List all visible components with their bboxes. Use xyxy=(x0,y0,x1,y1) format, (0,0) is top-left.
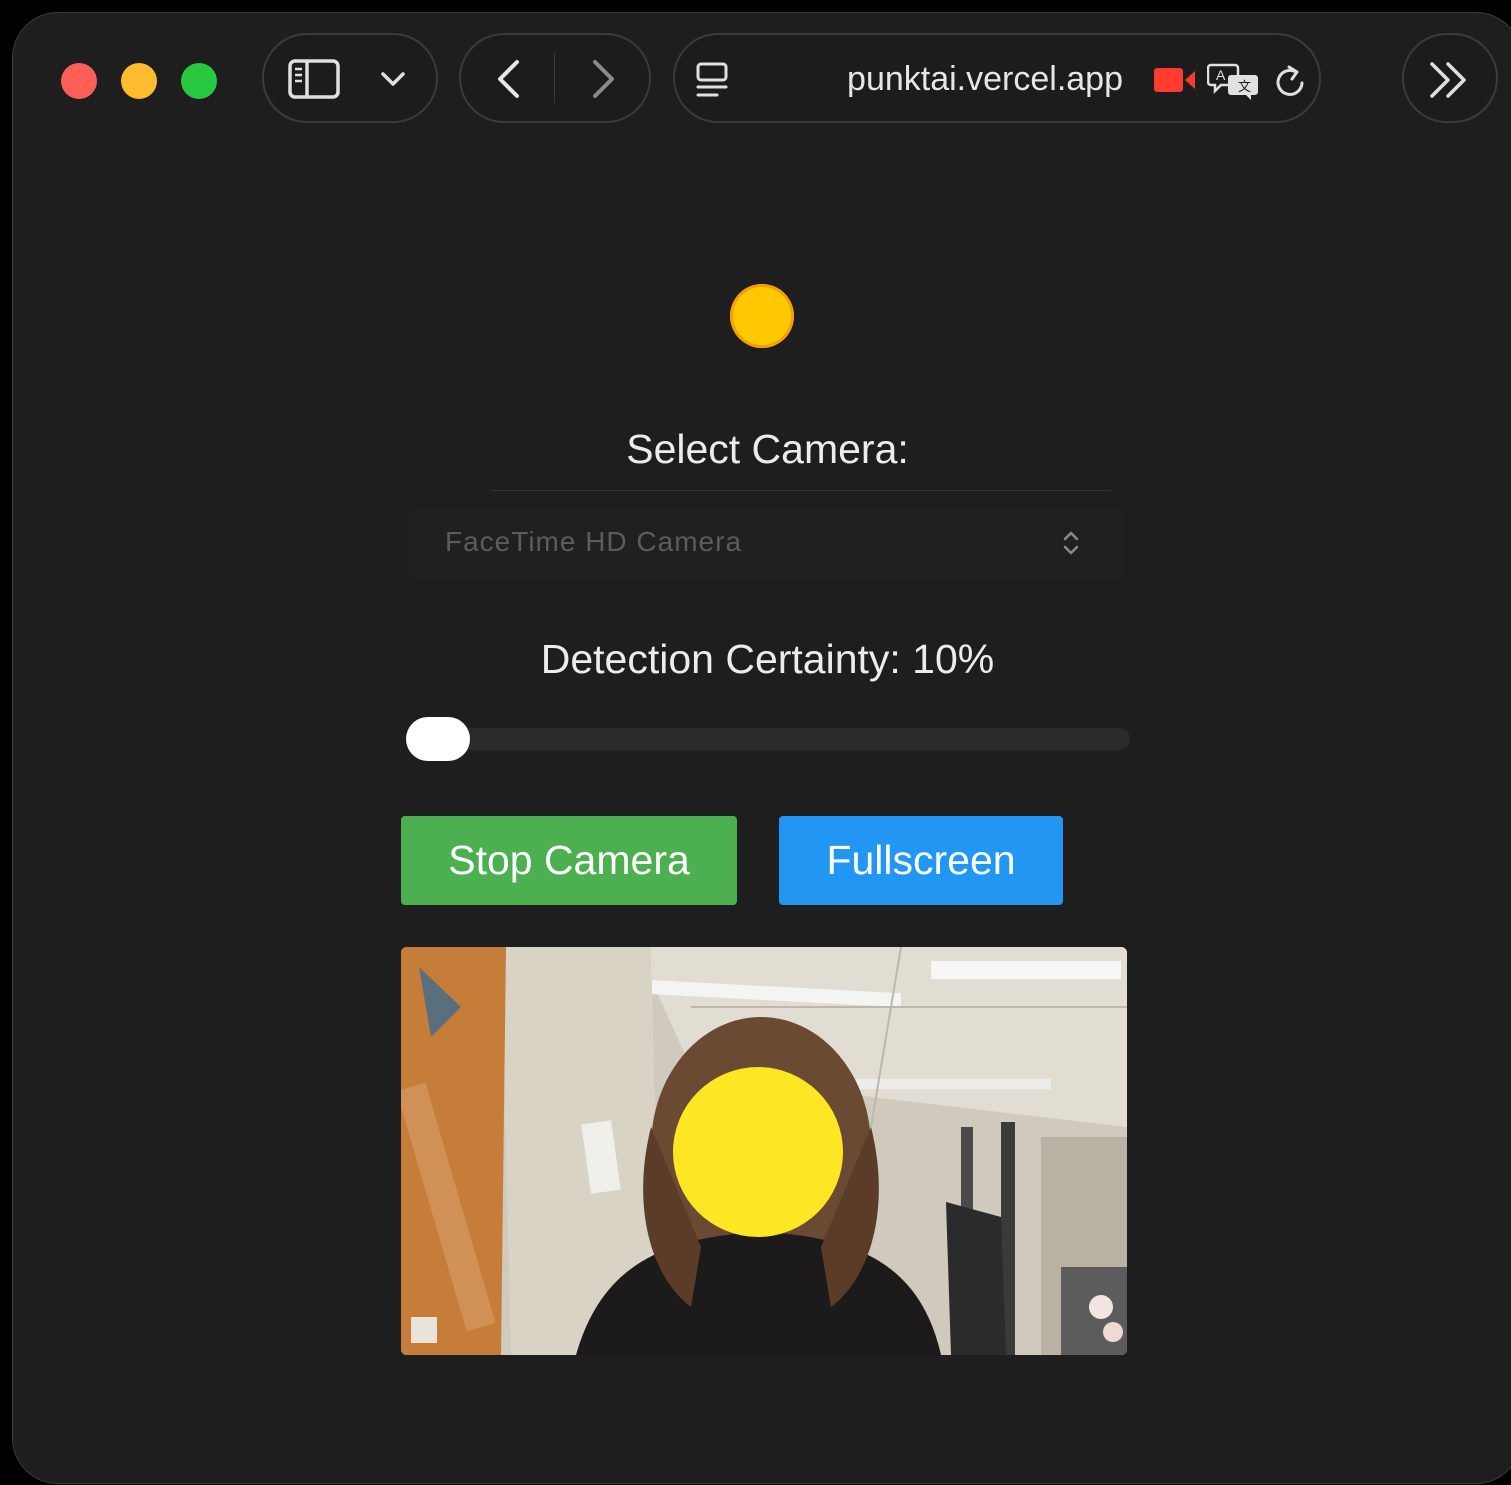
navigation-group xyxy=(459,33,651,123)
close-window-button[interactable] xyxy=(61,63,97,99)
chevron-down-icon[interactable] xyxy=(380,71,406,92)
svg-text:A: A xyxy=(1216,67,1226,83)
select-divider xyxy=(490,490,1111,491)
stop-camera-button[interactable]: Stop Camera xyxy=(401,816,737,905)
fullscreen-button[interactable]: Fullscreen xyxy=(779,816,1063,905)
reload-icon[interactable] xyxy=(1273,63,1307,104)
more-tabs-button[interactable] xyxy=(1402,33,1498,123)
sidebar-icon[interactable] xyxy=(288,59,340,104)
status-indicator xyxy=(730,284,794,348)
sidebar-toggle-group xyxy=(262,33,438,123)
camera-feed xyxy=(401,947,1127,1355)
page-menu-icon[interactable] xyxy=(695,61,729,104)
svg-text:文: 文 xyxy=(1238,79,1251,94)
back-arrow-icon[interactable] xyxy=(495,59,523,104)
browser-window: punktai.vercel.app A 文 Select Camera: Fa… xyxy=(12,12,1511,1484)
minimize-window-button[interactable] xyxy=(121,63,157,99)
forward-arrow-icon[interactable] xyxy=(589,59,617,104)
camera-select[interactable]: FaceTime HD Camera xyxy=(408,508,1121,580)
certainty-slider-thumb[interactable] xyxy=(406,717,470,761)
certainty-slider-track[interactable] xyxy=(406,728,1130,750)
camera-recording-icon[interactable] xyxy=(1153,67,1197,98)
camera-feed-image xyxy=(401,947,1127,1355)
detection-certainty-label: Detection Certainty: 10% xyxy=(540,636,995,682)
address-bar[interactable]: punktai.vercel.app A 文 xyxy=(673,33,1321,123)
select-arrows-icon xyxy=(1061,528,1081,563)
translate-icon[interactable]: A 文 xyxy=(1206,61,1261,106)
address-text[interactable]: punktai.vercel.app xyxy=(813,57,1123,101)
nav-divider xyxy=(554,53,555,103)
zoom-window-button[interactable] xyxy=(181,63,217,99)
double-chevron-right-icon xyxy=(1426,61,1474,104)
camera-select-value: FaceTime HD Camera xyxy=(445,526,743,557)
select-camera-label: Select Camera: xyxy=(626,426,909,472)
